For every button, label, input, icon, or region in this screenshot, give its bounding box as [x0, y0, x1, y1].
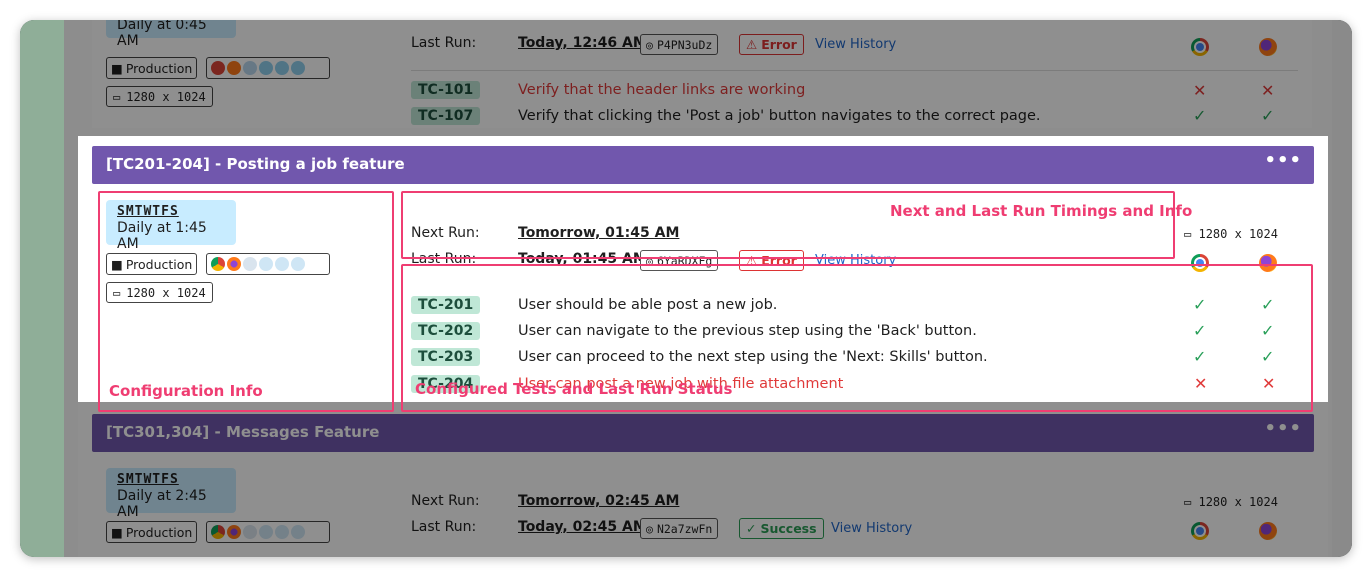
- chrome-icon: [1191, 38, 1209, 56]
- timings-annotation-label: Next and Last Run Timings and Info: [890, 202, 1193, 220]
- check-icon: ✓: [746, 521, 757, 536]
- suite-header[interactable]: [TC301,304] - Messages Feature •••: [92, 414, 1314, 452]
- schedule-daily: Daily at 0:45 AM: [117, 20, 207, 49]
- test-case-desc: Verify that the header links are working: [518, 82, 806, 98]
- resolution-tag: ▭ 1280 x 1024: [106, 86, 213, 107]
- monitor-icon: ▭: [1184, 495, 1192, 509]
- left-sidebar-strip: [20, 20, 64, 557]
- resolution-label: ▭ 1280 x 1024: [1184, 495, 1278, 509]
- firefox-icon: [227, 61, 241, 75]
- suite-title: [TC301,304] - Messages Feature: [106, 423, 380, 441]
- view-history-link[interactable]: View History: [815, 37, 896, 52]
- last-run-time[interactable]: Today, 12:46 AM: [518, 35, 647, 51]
- resolution-label: ▭ 1280 x 1024: [1184, 227, 1278, 241]
- run-hash[interactable]: ◎ N2a7zwFn: [640, 518, 719, 539]
- monitor-icon: ▭: [1184, 227, 1192, 241]
- test-case-id[interactable]: TC-107: [411, 107, 481, 125]
- browser-list: [206, 57, 330, 79]
- view-history-link[interactable]: View History: [831, 521, 912, 536]
- divider: [411, 70, 1298, 71]
- check-icon: ✓: [1261, 106, 1275, 125]
- last-run-label: Last Run:: [411, 35, 477, 51]
- test-case-id[interactable]: TC-101: [411, 81, 481, 99]
- config-annotation-box: [98, 191, 394, 412]
- schedule-box: Daily at 0:45 AM: [106, 20, 236, 49]
- scrollbar-track[interactable]: [1332, 20, 1352, 557]
- last-run-label: Last Run:: [411, 519, 477, 535]
- bottom-suite-card: [TC301,304] - Messages Feature ••• SMTWT…: [78, 402, 1328, 557]
- firefox-icon: [227, 525, 241, 539]
- config-annotation-label: Configuration Info: [109, 382, 263, 400]
- run-hash[interactable]: ◎ P4PN3uDz: [640, 34, 719, 55]
- top-suite-card: Daily at 0:45 AM ■ Production ▭ 1280 x 102…: [92, 20, 1312, 128]
- opera-icon: [275, 61, 289, 75]
- cross-icon: ✕: [1193, 81, 1207, 100]
- ie-icon: [291, 61, 305, 75]
- tests-annotation-label: Configured Tests and Last Run Status: [415, 380, 733, 398]
- safari-icon: [243, 61, 257, 75]
- env-tag: ■ Production: [106, 57, 198, 79]
- chrome-icon: [211, 61, 225, 75]
- monitor-icon: ▭: [113, 89, 121, 104]
- cube-icon: ■: [111, 60, 123, 76]
- fingerprint-icon: ◎: [646, 521, 653, 536]
- next-run-label: Next Run:: [411, 493, 480, 509]
- schedule-box[interactable]: SMTWTFS Daily at 2:45 AM: [106, 468, 236, 520]
- chrome-icon: [1191, 522, 1209, 540]
- chrome-icon: [211, 525, 225, 539]
- browser-list: [206, 521, 330, 543]
- ie-icon: [291, 525, 305, 539]
- status-badge: ⚠ Error: [739, 34, 804, 55]
- suite-header[interactable]: [TC201-204] - Posting a job feature •••: [92, 146, 1314, 184]
- check-icon: ✓: [1193, 106, 1207, 125]
- opera-icon: [275, 525, 289, 539]
- status-badge: ✓ Success: [739, 518, 824, 539]
- schedule-days: SMTWTFS: [117, 472, 179, 487]
- fingerprint-icon: ◎: [646, 37, 653, 52]
- firefox-icon: [1259, 38, 1277, 56]
- suite-title: [TC201-204] - Posting a job feature: [106, 155, 405, 173]
- more-dots-icon[interactable]: •••: [1264, 418, 1302, 439]
- edge-icon: [259, 525, 273, 539]
- schedule-daily: Daily at 2:45 AM: [117, 488, 207, 520]
- more-dots-icon[interactable]: •••: [1264, 150, 1302, 171]
- firefox-icon: [1259, 522, 1277, 540]
- env-tag: ■ Production: [106, 521, 198, 543]
- safari-icon: [243, 525, 257, 539]
- next-run-time[interactable]: Tomorrow, 02:45 AM: [518, 493, 679, 509]
- cube-icon: ■: [111, 524, 123, 540]
- warning-icon: ⚠: [746, 37, 758, 52]
- screenshot-frame: Daily at 0:45 AM ■ Production ▭ 1280 x 102…: [20, 20, 1352, 557]
- test-case-desc: Verify that clicking the 'Post a job' bu…: [518, 108, 1041, 124]
- edge-icon: [259, 61, 273, 75]
- last-run-time[interactable]: Today, 02:45 AM: [518, 519, 647, 535]
- cross-icon: ✕: [1261, 81, 1275, 100]
